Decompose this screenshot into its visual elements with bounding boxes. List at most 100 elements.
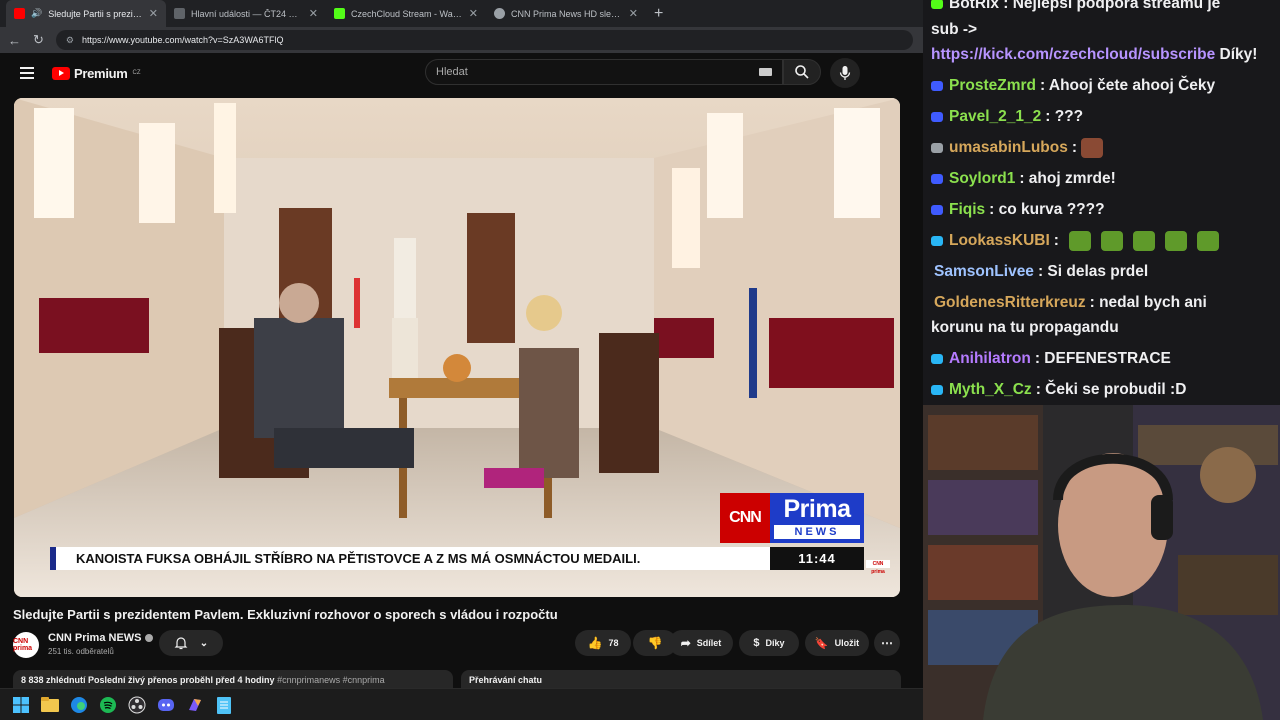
reload-icon[interactable]: ↻	[33, 32, 44, 48]
address-bar[interactable]: ⚙ https://www.youtube.com/watch?v=SzA3WA…	[55, 30, 913, 50]
save-button[interactable]: 🔖 Uložit	[805, 630, 869, 656]
save-label: Uložit	[834, 638, 860, 648]
search-placeholder: Hledat	[436, 66, 468, 78]
money-emote-icon	[1132, 230, 1155, 251]
voice-search-button[interactable]	[830, 58, 860, 88]
kick-favicon-icon	[334, 8, 345, 19]
thumbs-up-icon: 👍	[587, 636, 603, 650]
keyboard-icon[interactable]	[759, 68, 772, 76]
share-label: Sdílet	[696, 638, 722, 648]
copilot-icon[interactable]	[186, 696, 204, 714]
discord-icon[interactable]	[157, 696, 175, 714]
close-tab-icon[interactable]: ✕	[469, 7, 478, 20]
thumbs-down-icon: 👎	[647, 636, 663, 650]
tab-label: Sledujte Partii s prezidentem P	[48, 8, 143, 19]
gift-badge-icon	[931, 353, 943, 364]
chat-message: LookassKUBI:	[931, 228, 1219, 254]
video-title: Sledujte Partii s prezidentem Pavlem. Ex…	[13, 607, 558, 622]
windows-start-icon[interactable]	[12, 696, 30, 714]
chat-text: : Čeki se probudil :D	[1035, 381, 1187, 398]
corner-channel-logo: CNN prima	[866, 560, 890, 575]
thanks-button[interactable]: $ Díky	[739, 630, 799, 656]
chat-username[interactable]: Anihilatron	[949, 350, 1031, 367]
chat-replay-label: Přehrávání chatu	[469, 675, 543, 685]
news-text: NEWS	[774, 525, 860, 539]
file-explorer-icon[interactable]	[41, 696, 59, 714]
video-player[interactable]: CNN Prima NEWS KANOISTA FUKSA OBHÁJIL ST…	[14, 98, 900, 597]
search-input[interactable]: Hledat	[425, 59, 783, 85]
site-info-icon[interactable]: ⚙	[66, 35, 74, 46]
tab-ct24[interactable]: Hlavní události — ČT24 — Česká ✕	[166, 0, 326, 27]
address-bar-row: ← ↻ ⚙ https://www.youtube.com/watch?v=Sz…	[0, 27, 923, 53]
money-emote-icon	[1100, 230, 1123, 251]
sub-badge-icon	[931, 142, 943, 153]
channel-avatar[interactable]: CNN prima	[13, 632, 39, 658]
close-tab-icon[interactable]: ✕	[629, 7, 638, 20]
youtube-logo[interactable]: Premium CZ	[52, 66, 141, 81]
news-ticker: KANOISTA FUKSA OBHÁJIL STŘÍBRO NA PĚTIST…	[50, 547, 770, 570]
chat-username[interactable]: Soylord1	[949, 170, 1015, 187]
spotify-icon[interactable]	[99, 696, 117, 714]
globe-favicon-icon	[494, 8, 505, 19]
search-button[interactable]	[783, 59, 821, 85]
back-icon[interactable]: ←	[8, 33, 21, 48]
hashtags[interactable]: #cnnprimanews #cnnprima	[277, 675, 385, 685]
chat-message: Pavel_2_1_2: ???	[931, 104, 1083, 130]
chat-username[interactable]: ProsteZmrd	[949, 77, 1036, 94]
chat-text: : Si delas prdel	[1037, 263, 1149, 280]
chat-text: : co kurva ????	[989, 201, 1105, 218]
more-actions-button[interactable]: ⋯	[874, 630, 900, 656]
stream-chat: BotRix : Nejlepší podpora streamu je sub…	[923, 0, 1280, 405]
bot-badge-icon	[931, 0, 943, 9]
chat-text: : nedal bych ani	[1089, 294, 1207, 311]
webcam-frame	[923, 405, 1280, 720]
subscribe-link[interactable]: https://kick.com/czechcloud/subscribe	[931, 46, 1215, 63]
tab-cnn-prima[interactable]: CNN Prima News HD sledujte onl ✕	[486, 0, 646, 27]
like-count: 78	[608, 638, 619, 648]
thanks-label: Díky	[765, 638, 785, 648]
youtube-page: Premium CZ Hledat CNN Prima NEWS KANOIST…	[0, 53, 923, 720]
chat-text: : DEFENESTRACE	[1034, 350, 1171, 367]
chat-message: Anihilatron: DEFENESTRACE	[931, 346, 1171, 372]
subscriber-count: 251 tis. odběratelů	[48, 647, 114, 656]
more-icon: ⋯	[881, 636, 893, 650]
chat-message-continuation: https://kick.com/czechcloud/subscribe Dí…	[931, 42, 1257, 68]
verified-icon	[144, 634, 153, 643]
chat-username[interactable]: umasabinLubos	[949, 139, 1068, 156]
chat-username[interactable]: Myth_X_Cz	[949, 381, 1032, 398]
tab-youtube[interactable]: 🔊 Sledujte Partii s prezidentem P ✕	[6, 0, 166, 27]
notifications-button[interactable]: ⌄	[159, 630, 223, 656]
chat-username[interactable]: Pavel_2_1_2	[949, 108, 1041, 125]
tab-label: CNN Prima News HD sledujte onl	[511, 8, 623, 19]
edge-browser-icon[interactable]	[70, 696, 88, 714]
url-text: https://www.youtube.com/watch?v=SzA3WA6T…	[81, 35, 284, 45]
chat-username[interactable]: SamsonLivee	[934, 263, 1034, 280]
tab-kick[interactable]: CzechCloud Stream - Watch Live o ✕	[326, 0, 486, 27]
sub-badge-icon	[931, 80, 943, 91]
chat-username[interactable]: LookassKUBI	[949, 232, 1050, 249]
chat-username[interactable]: Fiqis	[949, 201, 985, 218]
gift-badge-icon	[931, 235, 943, 246]
speaker-icon[interactable]: 🔊	[31, 8, 42, 19]
close-tab-icon[interactable]: ✕	[149, 7, 158, 20]
obs-icon[interactable]	[128, 696, 146, 714]
notepad-icon[interactable]	[215, 696, 233, 714]
logo-text: Premium	[74, 65, 128, 81]
taskbar	[0, 688, 923, 720]
menu-icon[interactable]	[20, 64, 34, 82]
new-tab-icon[interactable]: +	[646, 5, 663, 23]
share-button[interactable]: ➦ Sdílet	[669, 630, 733, 656]
chat-text: : ahoj zmrde!	[1019, 170, 1116, 187]
microphone-icon	[839, 66, 851, 80]
sub-badge-icon	[931, 173, 943, 184]
chat-text: :	[1053, 232, 1059, 249]
masthead: Premium CZ Hledat	[0, 53, 923, 93]
channel-name[interactable]: CNN Prima NEWS	[48, 632, 153, 644]
gift-badge-icon	[931, 384, 943, 395]
like-button[interactable]: 👍 78	[575, 630, 631, 656]
chat-text: : Ahooj čete ahooj Čeky	[1040, 77, 1216, 94]
ct24-favicon-icon	[174, 8, 185, 19]
close-tab-icon[interactable]: ✕	[309, 7, 318, 20]
chat-message: BotRix : Nejlepší podpora streamu je	[931, 0, 1220, 17]
chat-username[interactable]: GoldenesRitterkreuz	[934, 294, 1086, 311]
